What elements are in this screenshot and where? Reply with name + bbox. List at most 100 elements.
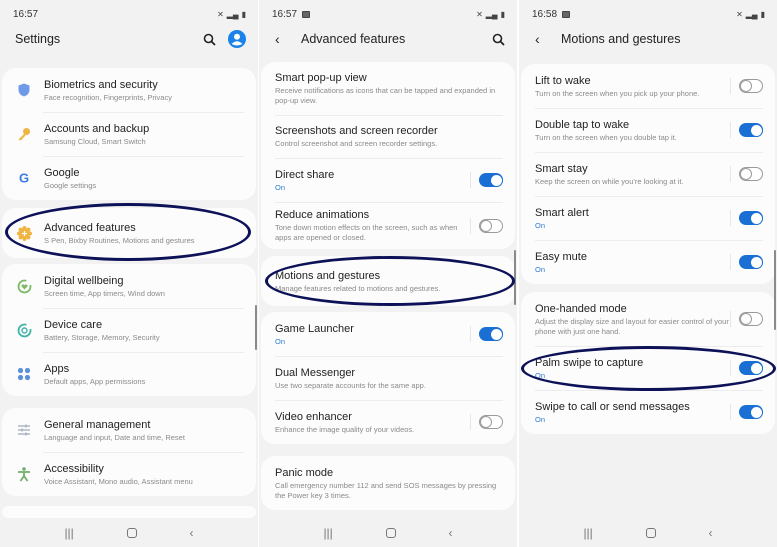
list-item-text: Advanced features S Pen, Bixby Routines, … (44, 221, 244, 246)
list-item-subtitle: Samsung Cloud, Smart Switch (44, 136, 146, 146)
list-item-one-handed-mode[interactable]: One-handed mode Adjust the display size a… (521, 292, 775, 346)
list-item-screenshots-and-screen-recorder[interactable]: Screenshots and screen recorder Control s… (261, 115, 515, 158)
settings-card: Advanced features S Pen, Bixby Routines, … (2, 208, 256, 258)
recents-button[interactable]: ||| (583, 526, 592, 540)
list-item-subtitle: On (535, 264, 546, 274)
list-item-text: General management Language and input, Da… (44, 418, 244, 443)
list-item-device-care[interactable]: Device care Battery, Storage, Memory, Sec… (2, 308, 256, 352)
list-item-reduce-animations[interactable]: Reduce animations Tone down motion effect… (261, 202, 515, 249)
list-item-subtitle: Default apps, App permissions (44, 376, 146, 386)
list-item-subtitle: Turn on the screen when you double tap i… (535, 132, 677, 142)
toggle-switch[interactable] (739, 361, 763, 375)
list-item-subtitle: Manage features related to motions and g… (275, 283, 441, 293)
list-item-general-management[interactable]: General management Language and input, Da… (2, 408, 256, 452)
list-item-text: Reduce animations Tone down motion effect… (275, 208, 470, 243)
search-icon[interactable] (203, 33, 216, 46)
toggle-switch[interactable] (739, 123, 763, 137)
toggle-switch[interactable] (739, 312, 763, 326)
toggle-knob (489, 327, 503, 341)
settings-card: Game Launcher On Dual Messenger Use two sep… (261, 312, 515, 444)
list-item-subtitle: Call emergency number 112 and send SOS m… (275, 480, 497, 500)
recents-button[interactable]: ||| (64, 526, 73, 540)
scrollbar[interactable] (514, 250, 516, 305)
toggle-knob (480, 416, 492, 428)
list-item-text: Digital wellbeing Screen time, App timers… (44, 274, 244, 299)
list-item-swipe-to-call-or-send-messages[interactable]: Swipe to call or send messages On (521, 390, 775, 434)
list-item-lift-to-wake[interactable]: Lift to wake Turn on the screen when you … (521, 64, 775, 108)
back-button[interactable]: ‹ (709, 526, 713, 540)
list-item-easy-mute[interactable]: Easy mute On (521, 240, 775, 284)
scrollbar[interactable] (255, 305, 257, 350)
list-item-subtitle: Screen time, App timers, Wind down (44, 288, 165, 298)
list-item-subtitle: S Pen, Bixby Routines, Motions and gestu… (44, 235, 195, 245)
list-item-dual-messenger[interactable]: Dual Messenger Use two separate accounts … (261, 356, 515, 400)
status-bar: 16:58 ✕ ▂▄ ▮ (532, 7, 765, 21)
recents-button[interactable]: ||| (323, 526, 332, 540)
signal-icon: ▂▄ (745, 9, 758, 19)
back-arrow-icon[interactable]: ‹ (535, 31, 547, 47)
search-icon[interactable] (492, 33, 505, 46)
home-button[interactable] (126, 528, 137, 538)
back-arrow-icon[interactable]: ‹ (275, 31, 287, 47)
list-item-advanced-features[interactable]: Advanced features S Pen, Bixby Routines, … (2, 208, 256, 258)
list-item-accounts-and-backup[interactable]: Accounts and backup Samsung Cloud, Smart … (2, 112, 256, 156)
divider (730, 254, 731, 270)
list-item-text: Swipe to call or send messages On (535, 400, 730, 425)
toggle-switch[interactable] (739, 211, 763, 225)
toggle-switch[interactable] (479, 218, 503, 233)
toggle-switch[interactable] (739, 405, 763, 419)
toggle-knob (749, 361, 763, 375)
list-item-smart-pop-up-view[interactable]: Smart pop-up view Receive notifications a… (261, 62, 515, 115)
scrollbar[interactable] (774, 250, 776, 330)
list-item-direct-share[interactable]: Direct share On (261, 158, 515, 202)
divider (730, 78, 731, 94)
list-item-motions-and-gestures[interactable]: Motions and gestures Manage features rela… (261, 256, 515, 306)
list-item-text: Screenshots and screen recorder Control s… (275, 124, 503, 149)
list-item-double-tap-to-wake[interactable]: Double tap to wake Turn on the screen whe… (521, 108, 775, 152)
list-item-title: Accessibility (44, 462, 104, 475)
list-item-text: Biometrics and security Face recognition,… (44, 78, 244, 103)
toggle-switch[interactable] (479, 173, 503, 187)
list-item-accessibility[interactable]: Accessibility Voice Assistant, Mono audio… (2, 452, 256, 496)
settings-card: Panic mode Call emergency number 112 and … (261, 456, 515, 510)
toggle-switch[interactable] (739, 167, 763, 181)
list-item-palm-swipe-to-capture[interactable]: Palm swipe to capture On (521, 346, 775, 390)
back-button[interactable]: ‹ (190, 526, 194, 540)
device-care-icon (16, 322, 32, 338)
list-item-title: Direct share (275, 168, 335, 181)
gallery-notification-icon (562, 10, 571, 18)
profile-avatar-icon[interactable] (228, 30, 246, 48)
toggle-switch[interactable] (479, 415, 503, 429)
list-item-panic-mode[interactable]: Panic mode Call emergency number 112 and … (261, 456, 515, 510)
back-button[interactable]: ‹ (449, 526, 453, 540)
list-item-text: Video enhancer Enhance the image quality … (275, 410, 470, 435)
toggle-switch[interactable] (739, 79, 763, 93)
list-item-smart-alert[interactable]: Smart alert On (521, 196, 775, 240)
list-item-smart-stay[interactable]: Smart stay Keep the screen on while you'r… (521, 152, 775, 196)
toggle-switch[interactable] (479, 327, 503, 341)
list-item-biometrics-and-security[interactable]: Biometrics and security Face recognition,… (2, 68, 256, 112)
status-time: 16:57 (272, 8, 298, 20)
list-item-game-launcher[interactable]: Game Launcher On (261, 312, 515, 356)
list-item-text: Smart pop-up view Receive notifications a… (275, 71, 503, 106)
app-bar: ‹ Motions and gestures (519, 28, 777, 50)
google-icon: G (16, 170, 32, 186)
home-button[interactable] (385, 528, 396, 538)
divider (470, 414, 471, 430)
signal-icon: ▂▄ (226, 9, 239, 19)
settings-screen: 16:57 ✕ ▂▄ ▮ Settings Biometrics and secur… (0, 0, 258, 547)
list-item-digital-wellbeing[interactable]: Digital wellbeing Screen time, App timers… (2, 264, 256, 308)
list-item-google[interactable]: G Google Google settings (2, 156, 256, 200)
page-title: Settings (15, 32, 61, 46)
settings-card: Motions and gestures Manage features rela… (261, 256, 515, 306)
list-item-subtitle: Tone down motion effects on the screen, … (275, 223, 458, 242)
advanced-features-screen: 16:57 ✕ ▂▄ ▮ ‹ Advanced features Smart pop… (259, 0, 517, 547)
status-bar: 16:57 ✕ ▂▄ ▮ (13, 7, 246, 21)
list-item-apps[interactable]: Apps Default apps, App permissions (2, 352, 256, 396)
list-item-video-enhancer[interactable]: Video enhancer Enhance the image quality … (261, 400, 515, 444)
list-item-title: Screenshots and screen recorder (275, 125, 438, 137)
gallery-notification-icon (302, 10, 311, 18)
home-button[interactable] (645, 528, 656, 538)
list-item-subtitle: Face recognition, Fingerprints, Privacy (44, 92, 172, 102)
toggle-switch[interactable] (739, 255, 763, 269)
